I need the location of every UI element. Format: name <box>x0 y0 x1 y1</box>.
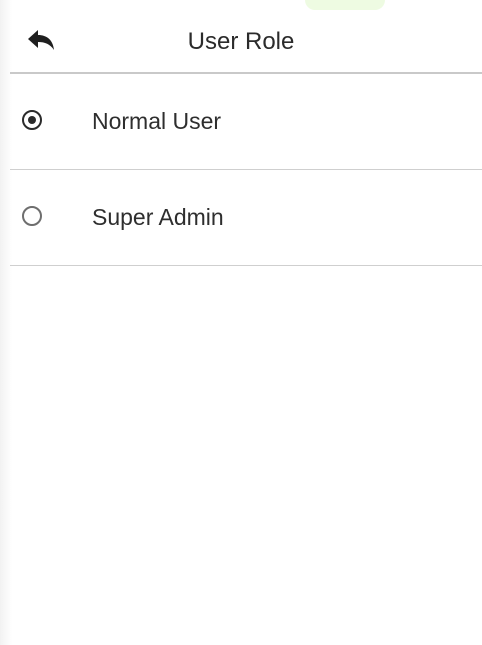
option-label: Super Admin <box>92 204 224 230</box>
page-title: User Role <box>187 28 295 55</box>
option-super-admin[interactable]: Super Admin <box>10 170 482 266</box>
radio-super-admin[interactable] <box>22 206 42 226</box>
user-role-screen: User Role Normal User Super Admin <box>0 0 482 645</box>
option-normal-user[interactable]: Normal User <box>10 74 482 170</box>
header-bar: User Role <box>10 6 482 74</box>
radio-normal-user[interactable] <box>22 110 42 130</box>
option-label: Normal User <box>92 108 222 134</box>
role-options-list: Normal User Super Admin <box>10 74 482 266</box>
